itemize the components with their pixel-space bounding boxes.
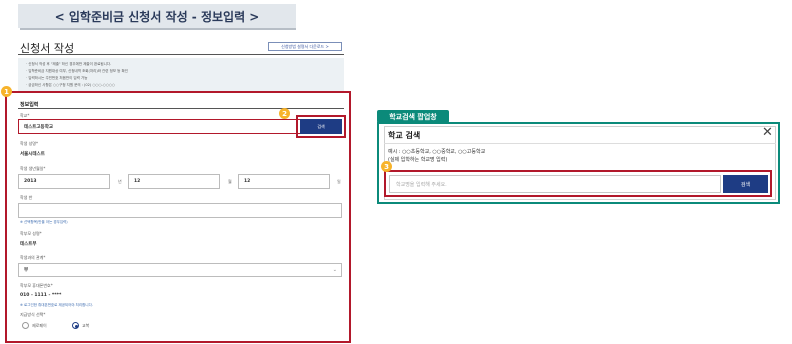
class-label: 학생 반 [20, 195, 33, 200]
page-banner: < 입학준비금 신청서 작성 - 정보입력 > [18, 4, 296, 28]
relation-value: 부 [24, 268, 29, 273]
birth-month-unit: 월 [228, 179, 232, 184]
banner-underline [20, 28, 296, 30]
chevron-down-icon: ⌄ [332, 267, 337, 273]
class-note: ※ 선택항목(반을 아는 경우입력) [20, 220, 68, 224]
birth-year-input[interactable]: 2013 [18, 174, 110, 189]
notice-line: · 입력하시는 주민번호 처음만이 입력 가능 [26, 76, 88, 80]
phone-note: ※ 로그인한 휴대폰번호로 제공되어야 처리합니다. [20, 303, 93, 307]
popup-example: 예시 : ○○초등학교, ○○중학교, ○○고등학교 [388, 149, 486, 155]
section-title: 정보입력 [20, 102, 39, 108]
popup-search-button[interactable]: 검색 [723, 175, 768, 193]
birth-day-input[interactable]: 12 [238, 174, 330, 189]
student-name-value: 서울시테스트 [20, 152, 45, 157]
notice-line: · 입학준비금 지원대상 여부, 신청내역 조회(처리)와 관련 정보 등 확인 [26, 69, 128, 73]
notice-box: · 신청서 작성 후 "제출" 하신 경우에만 제출이 완료됩니다. · 입학준… [18, 58, 344, 92]
phone-value: 010 - 1111 - **** [20, 293, 62, 298]
birth-year-unit: 년 [118, 179, 122, 184]
payment-option-uniform: 교복 [82, 323, 90, 328]
step-badge-3: 3 [381, 161, 392, 172]
payment-radio-uniform[interactable] [72, 322, 79, 329]
phone-label: 학부모 휴대폰번호* [20, 283, 53, 288]
notice-line: · 신청서 작성 후 "제출" 하신 경우에만 제출이 완료됩니다. [26, 62, 112, 66]
popup-example-note: (실제 입학하는 학교명 입력) [388, 157, 448, 163]
student-name-label: 학생 성명* [20, 141, 38, 146]
birth-day-unit: 일 [337, 179, 341, 184]
relation-select[interactable]: 부 ⌄ [18, 263, 342, 277]
relation-label: 학생과의 관계* [20, 255, 46, 260]
popup-divider [384, 143, 776, 144]
payment-option-zeropay: 제로페이 [32, 323, 47, 328]
school-name-input[interactable]: 학교명을 입력해 주세요. [389, 175, 721, 193]
step-badge-1: 1 [1, 86, 12, 97]
class-input[interactable] [18, 203, 342, 218]
popup-title: 학교 검색 [388, 131, 421, 140]
section-divider [18, 108, 344, 109]
payment-label: 지급방식 선택* [20, 312, 46, 317]
notice-line: · 궁금하신 사항은 ○○구청 지원 문의 : (02) ○○○-○○○○ [26, 83, 115, 87]
birth-label: 학생 생년월일* [20, 166, 46, 171]
close-icon[interactable]: ✕ [762, 125, 773, 140]
parent-name-label: 학부모 성명* [20, 231, 42, 236]
step-badge-2: 2 [279, 108, 290, 119]
guide-download-button[interactable]: 신청방법 설명서 다운로드 > [268, 42, 342, 51]
payment-radio-zeropay[interactable] [22, 322, 29, 329]
school-input[interactable]: 테스트고등학교 [18, 119, 302, 134]
parent-name-value: 테스트부 [20, 242, 37, 247]
birth-month-input[interactable]: 12 [128, 174, 220, 189]
title-divider [18, 54, 344, 55]
school-search-button[interactable]: 검색 [300, 119, 342, 134]
